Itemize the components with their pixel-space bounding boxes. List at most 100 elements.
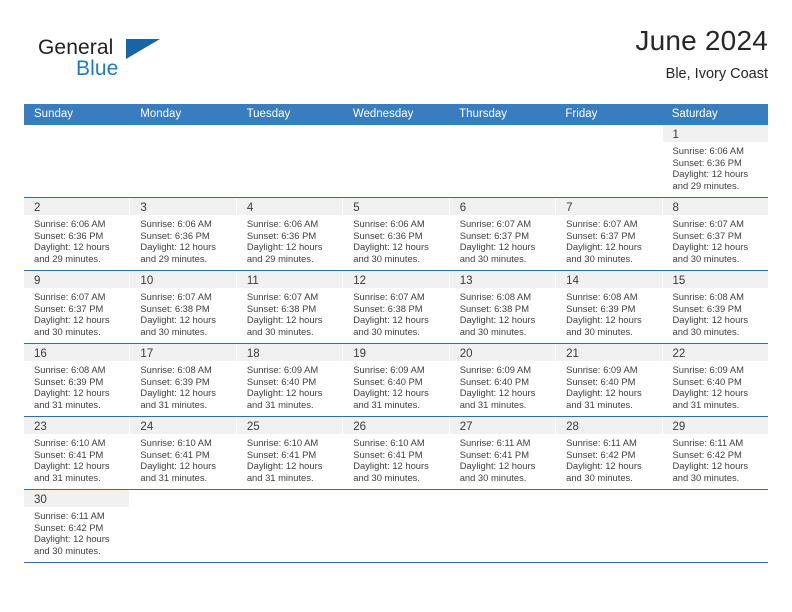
calendar-day-number: 21 (566, 348, 579, 360)
calendar-day-details: Sunrise: 6:09 AM Sunset: 6:40 PM Daylight:… (237, 361, 342, 410)
sunrise-text: Sunrise: 6:07 AM (459, 218, 532, 229)
calendar-day-cell[interactable]: 6 Sunrise: 6:07 AM Sunset: 6:37 PM Daylight… (449, 198, 557, 270)
calendar-day-number-band: 21 (556, 344, 662, 361)
calendar-day-number-band: 30 (24, 490, 130, 507)
calendar-day-cell[interactable]: 7 Sunrise: 6:07 AM Sunset: 6:37 PM Daylight… (556, 198, 663, 270)
calendar-weeks: 1 Sunrise: 6:06 AM Sunset: 6:36 PM Daylight… (24, 125, 768, 562)
calendar-day-cell[interactable]: 18 Sunrise: 6:09 AM Sunset: 6:40 PM Dayligh… (236, 344, 344, 416)
weekday-header-monday: Monday (140, 108, 182, 120)
calendar-day-number-band (343, 125, 449, 142)
calendar-day-number-band: 10 (130, 271, 236, 288)
calendar-day-cell[interactable]: 14 Sunrise: 6:08 AM Sunset: 6:39 PM Dayligh… (556, 271, 663, 343)
calendar-day-number-band: 19 (343, 344, 449, 361)
calendar-day-cell[interactable]: 10 Sunrise: 6:07 AM Sunset: 6:38 PM Dayligh… (130, 271, 237, 343)
calendar-day-cell[interactable]: 3 Sunrise: 6:06 AM Sunset: 6:36 PM Daylight… (130, 198, 237, 270)
calendar-day-number: 22 (672, 348, 686, 360)
calendar-day-cell[interactable]: 11 Sunrise: 6:07 AM Sunset: 6:38 PM Dayligh… (236, 271, 344, 343)
calendar-day-cell[interactable]: 4 Sunrise: 6:06 AM Sunset: 6:36 PM Daylight… (236, 198, 344, 270)
calendar-day-number-band: 17 (130, 344, 236, 361)
calendar-day-cell[interactable]: 15 Sunrise: 6:08 AM Sunset: 6:39 PM Dayligh… (662, 271, 768, 343)
daylight-text-line2: and 31 minutes. (140, 471, 208, 483)
calendar-day-cell[interactable]: 23 Sunrise: 6:10 AM Sunset: 6:41 PM Dayligh… (24, 417, 131, 489)
calendar-day-number-band: 23 (24, 417, 130, 434)
daylight-text-line1: Daylight: 12 hours (353, 241, 429, 253)
calendar-day-cell[interactable]: 27 Sunrise: 6:11 AM Sunset: 6:41 PM Dayligh… (449, 417, 557, 489)
calendar-day-cell[interactable]: 19 Sunrise: 6:09 AM Sunset: 6:40 PM Dayligh… (343, 344, 450, 416)
calendar-day-number-band (130, 125, 236, 142)
calendar-day-details (343, 142, 448, 145)
calendar-day-cell[interactable]: 24 Sunrise: 6:10 AM Sunset: 6:41 PM Dayligh… (130, 417, 237, 489)
calendar-day-details (450, 507, 555, 510)
daylight-text-line1: Daylight: 12 hours (246, 314, 323, 326)
calendar-day-cell[interactable]: 8 Sunrise: 6:07 AM Sunset: 6:37 PM Daylight… (662, 198, 768, 270)
sunrise-text: Sunrise: 6:06 AM (34, 218, 106, 229)
calendar-day-details: Sunrise: 6:08 AM Sunset: 6:39 PM Daylight:… (663, 288, 768, 337)
calendar-day-number: 6 (459, 202, 467, 214)
daylight-text-line2: and 30 minutes. (672, 252, 740, 264)
calendar-day-number-band (130, 490, 236, 507)
calendar-day-cell[interactable]: 13 Sunrise: 6:08 AM Sunset: 6:38 PM Dayligh… (449, 271, 557, 343)
calendar-day-number: 18 (246, 348, 260, 360)
calendar-day-details (450, 142, 555, 145)
daylight-text-line1: Daylight: 12 hours (459, 241, 536, 253)
calendar-day-number: 2 (34, 202, 41, 214)
calendar-day-cell[interactable]: 26 Sunrise: 6:10 AM Sunset: 6:41 PM Dayligh… (343, 417, 450, 489)
sunrise-text: Sunrise: 6:06 AM (672, 145, 744, 156)
weekday-header-friday: Friday (565, 108, 598, 120)
calendar-day-cell[interactable]: 29 Sunrise: 6:11 AM Sunset: 6:42 PM Dayligh… (662, 417, 768, 489)
sunset-text: Sunset: 6:36 PM (34, 229, 104, 241)
daylight-text-line2: and 30 minutes. (246, 325, 314, 337)
daylight-text-line1: Daylight: 12 hours (246, 241, 323, 253)
calendar-grid: Sunday Monday Tuesday Wednesday Thursday… (24, 104, 768, 563)
calendar-day-cell[interactable]: 5 Sunrise: 6:06 AM Sunset: 6:36 PM Daylight… (343, 198, 450, 270)
daylight-text-line2: and 30 minutes. (353, 252, 420, 264)
calendar-day-details: Sunrise: 6:07 AM Sunset: 6:37 PM Daylight:… (556, 215, 661, 264)
calendar-day-cell[interactable]: 22 Sunrise: 6:09 AM Sunset: 6:40 PM Dayligh… (662, 344, 768, 416)
calendar-week-row: 30 Sunrise: 6:11 AM Sunset: 6:42 PM Dayligh… (24, 489, 768, 562)
calendar-day-details: Sunrise: 6:11 AM Sunset: 6:42 PM Daylight:… (24, 507, 129, 556)
sunset-text: Sunset: 6:40 PM (353, 375, 423, 387)
sunrise-text: Sunrise: 6:06 AM (140, 218, 212, 229)
calendar-day-cell[interactable]: 12 Sunrise: 6:07 AM Sunset: 6:38 PM Dayligh… (343, 271, 450, 343)
sunrise-text: Sunrise: 6:06 AM (246, 218, 319, 229)
calendar-week-row: 23 Sunrise: 6:10 AM Sunset: 6:41 PM Dayligh… (24, 416, 768, 489)
sunset-text: Sunset: 6:37 PM (566, 229, 636, 241)
sunset-text: Sunset: 6:36 PM (672, 156, 742, 168)
calendar-day-cell[interactable]: 2 Sunrise: 6:06 AM Sunset: 6:36 PM Daylight… (24, 198, 131, 270)
sunset-text: Sunset: 6:42 PM (34, 521, 104, 533)
calendar-day-details: Sunrise: 6:11 AM Sunset: 6:41 PM Daylight:… (450, 434, 555, 483)
calendar-day-number: 7 (566, 202, 573, 214)
daylight-text-line2: and 31 minutes. (34, 398, 101, 410)
calendar-week-row: 16 Sunrise: 6:08 AM Sunset: 6:39 PM Dayligh… (24, 343, 768, 416)
calendar-day-cell[interactable]: 16 Sunrise: 6:08 AM Sunset: 6:39 PM Dayligh… (24, 344, 131, 416)
sunset-text: Sunset: 6:41 PM (34, 448, 104, 460)
daylight-text-line2: and 29 minutes. (140, 252, 208, 264)
sunrise-text: Sunrise: 6:09 AM (672, 364, 744, 375)
calendar-day-number-band (449, 490, 556, 507)
sunset-text: Sunset: 6:40 PM (246, 375, 317, 387)
sunset-text: Sunset: 6:39 PM (34, 375, 104, 387)
calendar-day-number-band: 25 (236, 417, 343, 434)
sunset-text: Sunset: 6:39 PM (140, 375, 210, 387)
calendar-day-cell[interactable]: 21 Sunrise: 6:09 AM Sunset: 6:40 PM Dayligh… (556, 344, 663, 416)
calendar-day-number: 20 (459, 348, 473, 360)
calendar-day-cell[interactable]: 1 Sunrise: 6:06 AM Sunset: 6:36 PM Daylight… (662, 125, 768, 197)
calendar-day-cell[interactable]: 9 Sunrise: 6:07 AM Sunset: 6:37 PM Daylight… (24, 271, 131, 343)
calendar-day-number: 23 (34, 421, 47, 433)
daylight-text-line2: and 30 minutes. (353, 471, 420, 483)
calendar-day-cell[interactable]: 25 Sunrise: 6:10 AM Sunset: 6:41 PM Dayligh… (236, 417, 344, 489)
daylight-text-line2: and 31 minutes. (566, 398, 633, 410)
calendar-day-cell[interactable]: 17 Sunrise: 6:08 AM Sunset: 6:39 PM Dayligh… (130, 344, 237, 416)
calendar-day-cell[interactable]: 20 Sunrise: 6:09 AM Sunset: 6:40 PM Dayligh… (449, 344, 557, 416)
calendar-day-number-band: 14 (556, 271, 662, 288)
calendar-day-number: 24 (140, 421, 154, 433)
sunrise-text: Sunrise: 6:11 AM (34, 510, 105, 521)
calendar-day-cell[interactable]: 30 Sunrise: 6:11 AM Sunset: 6:42 PM Dayligh… (24, 490, 131, 562)
calendar-day-number-band (556, 125, 662, 142)
calendar-day-number-band: 1 (662, 125, 768, 142)
calendar-day-details (343, 507, 448, 510)
calendar-day-details: Sunrise: 6:08 AM Sunset: 6:38 PM Daylight:… (450, 288, 555, 337)
title-block: June 2024 Ble, Ivory Coast (635, 24, 768, 83)
calendar-day-details: Sunrise: 6:11 AM Sunset: 6:42 PM Daylight:… (556, 434, 661, 483)
calendar-day-cell[interactable]: 28 Sunrise: 6:11 AM Sunset: 6:42 PM Dayligh… (556, 417, 663, 489)
